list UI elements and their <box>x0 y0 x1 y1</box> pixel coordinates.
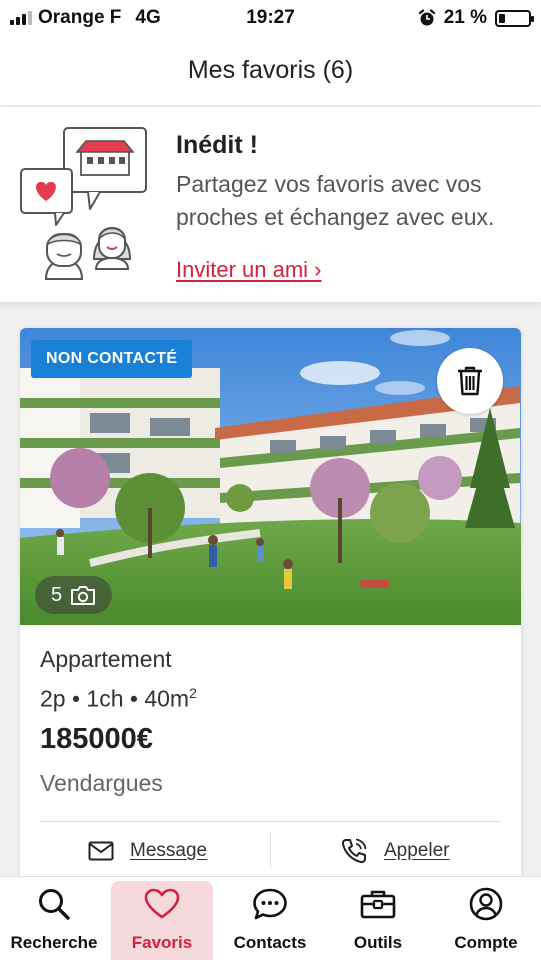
account-icon <box>469 887 503 921</box>
nav-item-compte[interactable]: Compte <box>435 881 537 960</box>
delete-favorite-button[interactable] <box>437 348 503 414</box>
listing-photo[interactable]: NON CONTACTÉ 5 <box>20 328 521 625</box>
bottom-navigation: Recherche Favoris Contacts Outils Compte <box>0 876 541 960</box>
share-promo-banner: Inédit ! Partagez vos favoris avec vos p… <box>0 107 541 302</box>
toolbox-icon <box>360 890 396 919</box>
nav-label-favoris: Favoris <box>131 933 193 952</box>
battery-icon <box>495 9 534 27</box>
listing-card[interactable]: NON CONTACTÉ 5 Appartement 2p • 1ch • 40… <box>20 328 521 888</box>
listing-info: Appartement 2p • 1ch • 40m2 185000€ Vend… <box>40 646 500 797</box>
status-badge: NON CONTACTÉ <box>31 340 193 378</box>
battery-percent: 21 % <box>443 7 487 28</box>
call-button[interactable]: Appeler <box>340 833 450 869</box>
nav-item-outils[interactable]: Outils <box>327 881 429 960</box>
area-unit-exponent: 2 <box>189 685 197 701</box>
message-button[interactable]: Message <box>88 833 207 869</box>
property-type: Appartement <box>40 646 172 672</box>
page-title: Mes favoris (6) <box>187 56 354 84</box>
invite-friend-link[interactable]: Inviter un ami › <box>176 257 322 283</box>
photo-count-value: 5 <box>51 583 63 606</box>
property-details: 2p • 1ch • 40m2 <box>40 685 500 713</box>
camera-icon <box>71 586 96 605</box>
envelope-icon <box>88 841 114 861</box>
nav-item-favoris[interactable]: Favoris <box>111 881 213 960</box>
share-illustration-icon <box>20 127 147 280</box>
alarm-icon <box>418 9 435 26</box>
page-header: Mes favoris (6) <box>0 36 541 106</box>
nav-label-recherche: Recherche <box>10 933 98 952</box>
nav-item-contacts[interactable]: Contacts <box>219 881 321 960</box>
trash-icon <box>458 366 482 396</box>
promo-description: Partagez vos favoris avec vos proches et… <box>176 171 495 230</box>
nav-label-contacts: Contacts <box>233 933 307 952</box>
message-label: Message <box>130 840 208 861</box>
chat-icon <box>253 888 287 920</box>
search-icon <box>39 889 70 920</box>
nav-label-compte: Compte <box>454 933 518 952</box>
heart-icon <box>144 888 180 919</box>
photo-count-badge[interactable]: 5 <box>35 576 113 614</box>
actions-separator <box>270 833 271 867</box>
nav-label-outils: Outils <box>353 933 403 952</box>
property-price: 185000€ <box>40 722 153 755</box>
property-details-text: 2p • 1ch • 40m <box>40 685 190 712</box>
promo-title: Inédit ! <box>176 131 258 159</box>
phone-icon <box>341 838 367 864</box>
property-city: Vendargues <box>40 769 163 796</box>
status-right: 21 % <box>418 7 534 29</box>
status-bar: Orange F 4G 19:27 21 % <box>0 0 541 36</box>
actions-divider <box>40 821 500 822</box>
promo-text: Inédit ! Partagez vos favoris avec vos p… <box>176 131 526 234</box>
call-label: Appeler <box>384 840 450 861</box>
nav-item-recherche[interactable]: Recherche <box>3 881 105 960</box>
